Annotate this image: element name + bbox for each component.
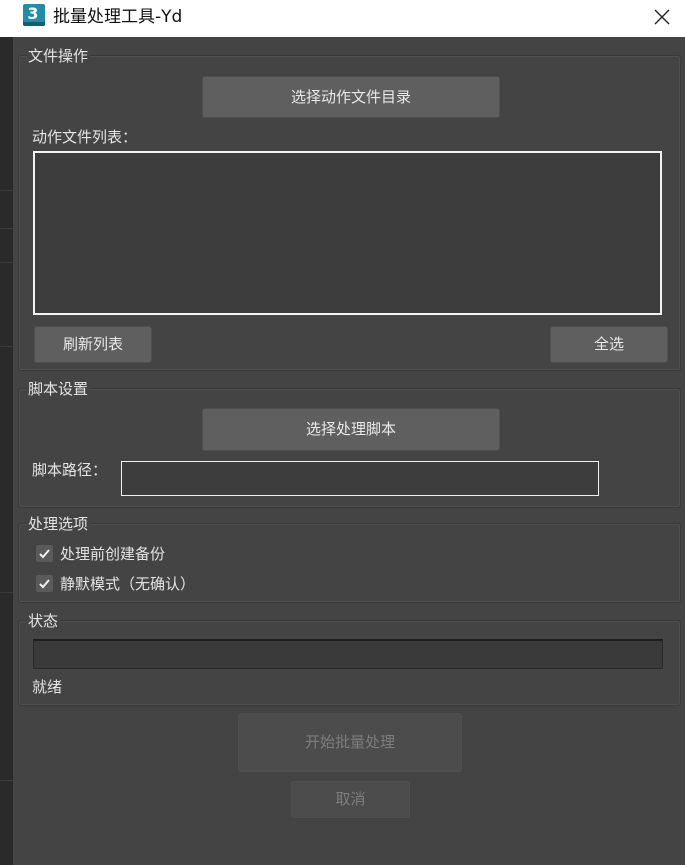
backup-label[interactable]: 处理前创建备份	[60, 545, 165, 563]
backdrop-line	[0, 592, 14, 593]
action-file-list-label: 动作文件列表：	[32, 128, 138, 146]
app-icon-glyph: 3	[27, 4, 39, 23]
checkmark-icon	[39, 549, 50, 559]
silent-mode-checkbox[interactable]	[36, 575, 53, 592]
select-all-button[interactable]: 全选	[550, 326, 668, 363]
backdrop-line	[0, 346, 14, 347]
backdrop-line	[0, 228, 14, 229]
close-button[interactable]	[643, 3, 681, 31]
status-text: 就绪	[32, 678, 63, 696]
script-path-input[interactable]	[121, 461, 599, 496]
backup-checkbox[interactable]	[36, 545, 53, 562]
silent-mode-label[interactable]: 静默模式（无确认）	[60, 575, 195, 593]
backdrop-line	[0, 262, 14, 263]
script-path-label: 脚本路径：	[32, 461, 108, 479]
cancel-button[interactable]: 取消	[291, 781, 410, 818]
backdrop-line	[0, 780, 14, 781]
title-bar[interactable]: 3 批量处理工具-Yd	[0, 0, 685, 37]
action-file-listbox[interactable]	[33, 151, 662, 315]
processing-options-group-label: 处理选项	[27, 515, 91, 533]
checkmark-icon	[39, 579, 50, 589]
window-title: 批量处理工具-Yd	[53, 7, 183, 27]
close-icon	[654, 9, 670, 25]
select-script-button[interactable]: 选择处理脚本	[202, 408, 500, 451]
refresh-list-button[interactable]: 刷新列表	[34, 326, 152, 363]
script-settings-group-label: 脚本设置	[27, 380, 91, 398]
backdrop-line	[0, 190, 14, 191]
batch-tool-window: 文件操作 选择动作文件目录 动作文件列表： 刷新列表 全选 脚本设置 选择处理脚…	[13, 0, 685, 865]
progress-bar	[33, 639, 663, 669]
select-action-dir-button[interactable]: 选择动作文件目录	[202, 76, 500, 118]
status-group-label: 状态	[27, 612, 61, 630]
app-3dsmax-icon: 3	[23, 4, 45, 26]
start-batch-button[interactable]: 开始批量处理	[238, 713, 462, 772]
file-ops-group-label: 文件操作	[27, 47, 91, 65]
